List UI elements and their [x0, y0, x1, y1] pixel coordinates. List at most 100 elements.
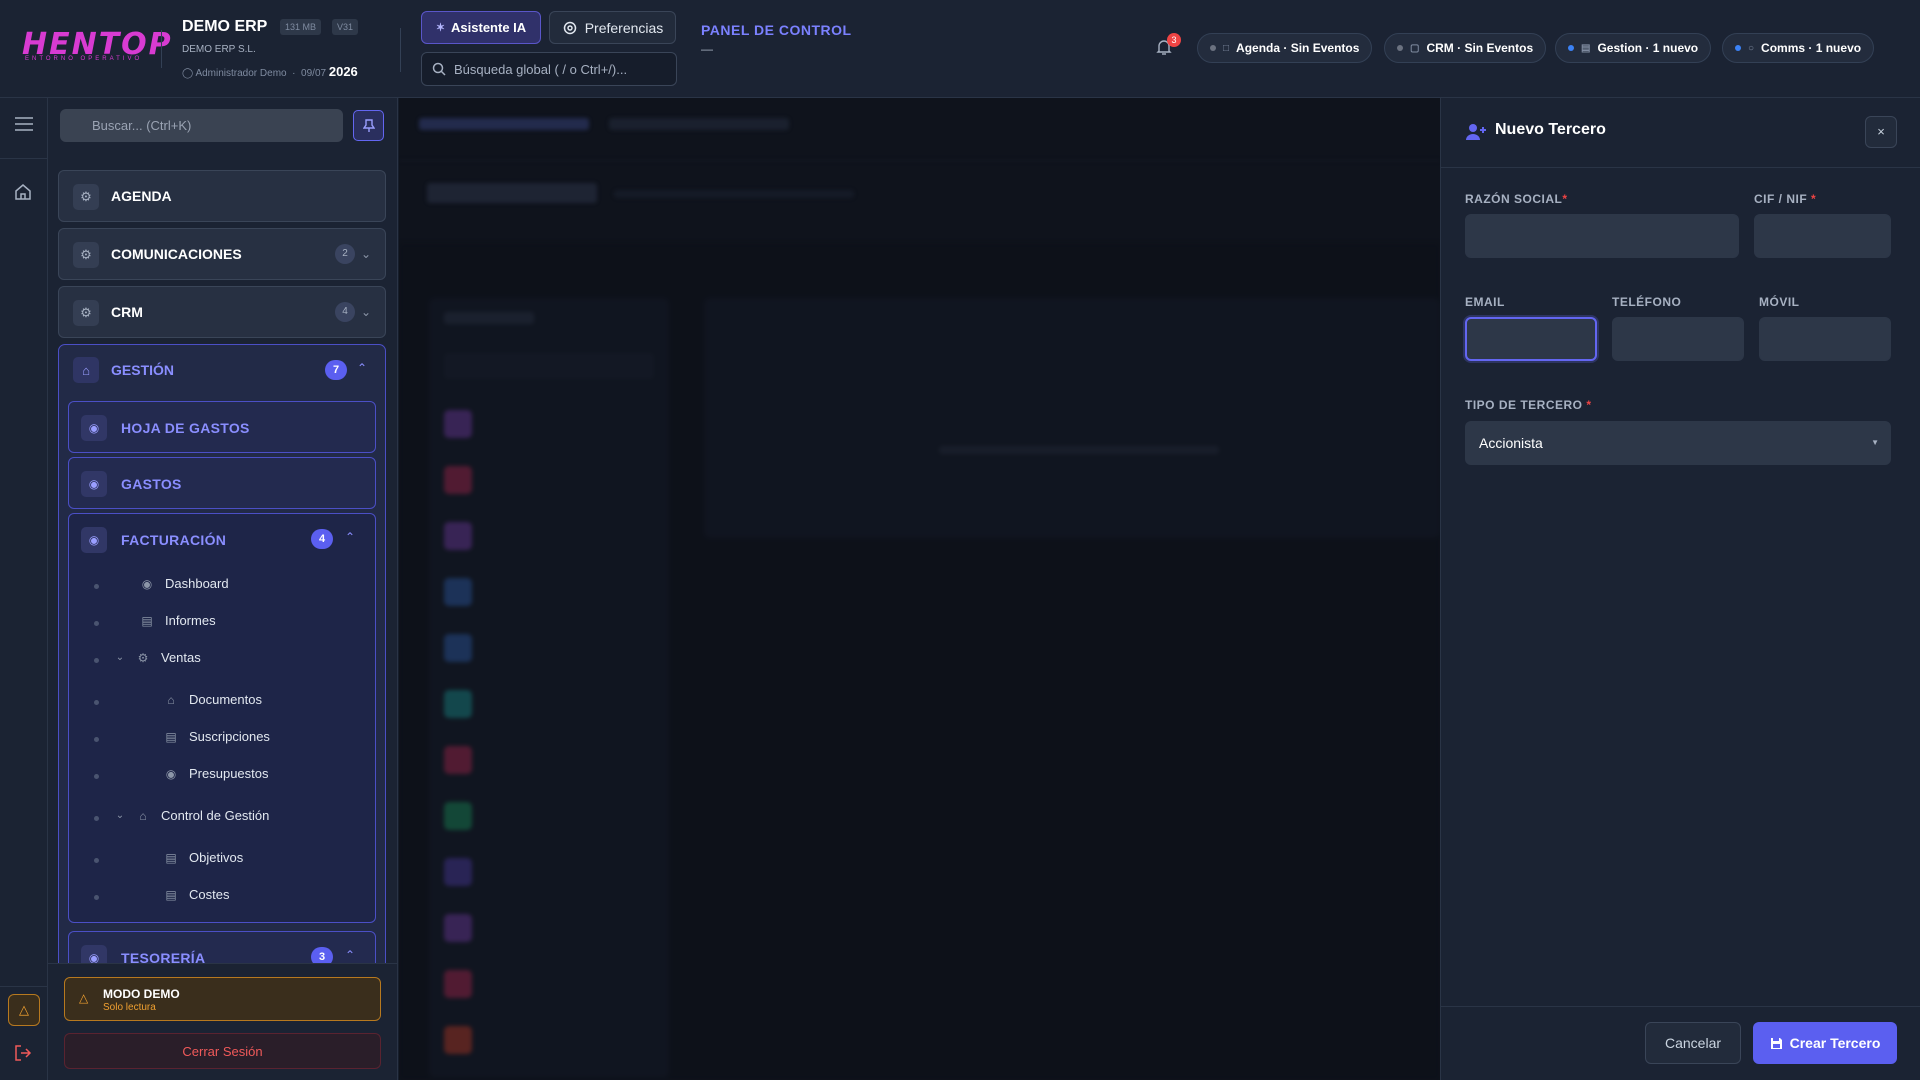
status-pill-agenda[interactable]: □ Agenda · Sin Eventos — [1197, 33, 1373, 63]
nav-item-costes[interactable]: ▤ Costes — [163, 887, 229, 902]
caret-down-icon: ▼ — [1871, 438, 1879, 447]
telefono-field[interactable] — [1612, 317, 1744, 361]
nav-item-label: Objetivos — [189, 850, 244, 865]
count-badge: 7 — [325, 360, 347, 380]
user-info: ◯ Administrador Demo · 09/07 2026 — [182, 64, 358, 79]
calendar-icon: □ — [1223, 42, 1230, 54]
demo-mode-banner: △ MODO DEMO Solo lectura — [64, 977, 381, 1021]
tree-bullet — [94, 816, 99, 821]
tipo-tercero-select[interactable]: Accionista ▼ — [1465, 421, 1891, 465]
count-badge: 2 — [335, 244, 355, 264]
create-third-party-button[interactable]: Crear Tercero — [1753, 1022, 1897, 1064]
nav-item-label: Documentos — [189, 692, 262, 707]
movil-label: MÓVIL — [1759, 295, 1800, 309]
global-search-input[interactable]: Búsqueda global ( / o Ctrl+/)... — [421, 52, 677, 86]
agenda-icon: ⚙ — [73, 184, 99, 210]
movil-field[interactable] — [1759, 317, 1891, 361]
status-dot — [1397, 45, 1403, 51]
ai-assistant-label: Asistente IA — [451, 20, 527, 35]
chevron-down-icon: ⌄ — [115, 652, 125, 663]
required-mark: * — [1562, 192, 1568, 206]
gestion-icon: ⌂ — [73, 357, 99, 383]
nav-item-label: Control de Gestión — [161, 808, 270, 823]
nav-item-suscripciones[interactable]: ▤ Suscripciones — [163, 729, 270, 744]
demo-title: MODO DEMO — [103, 987, 180, 1001]
nav-item-control-gestion[interactable]: ⌄ ⌂ Control de Gestión — [115, 808, 270, 823]
divider — [400, 28, 401, 72]
close-button[interactable]: × — [1865, 116, 1897, 148]
demo-subtitle: Solo lectura — [103, 1002, 156, 1013]
logout-icon[interactable] — [14, 1044, 32, 1062]
status-pill-comms[interactable]: ○ Comms · 1 nuevo — [1722, 33, 1875, 63]
pill-label: Agenda · Sin Eventos — [1236, 41, 1360, 55]
top-bar: HENTOP ENTORNO OPERATIVO DEMO ERP 131 MB… — [0, 0, 1920, 98]
pin-button[interactable] — [353, 110, 384, 141]
nav-item-informes[interactable]: ▤ Informes — [139, 613, 216, 628]
nav-item-objetivos[interactable]: ▤ Objetivos — [163, 850, 243, 865]
nav-item-ventas[interactable]: ⌄ ⚙ Ventas — [115, 650, 201, 665]
submodule-gastos[interactable]: ◉ GASTOS — [68, 457, 376, 509]
ai-assistant-button[interactable]: ✶ Asistente IA — [421, 11, 541, 44]
nav-item-dashboard[interactable]: ◉ Dashboard — [139, 576, 229, 591]
module-comunicaciones[interactable]: ⚙ COMUNICACIONES 2 ⌄ — [58, 228, 386, 280]
crm-icon: ⚙ — [73, 300, 99, 326]
nav-item-label: Costes — [189, 887, 230, 902]
cancel-button[interactable]: Cancelar — [1645, 1022, 1741, 1064]
menu-icon[interactable] — [15, 117, 33, 131]
nav-item-label: Informes — [165, 613, 216, 628]
tree-bullet — [94, 584, 99, 589]
user-icon: ◯ — [182, 68, 194, 79]
module-agenda[interactable]: ⚙ AGENDA — [58, 170, 386, 222]
memory-tag: 131 MB — [280, 19, 322, 35]
flask-icon[interactable]: △ — [8, 994, 40, 1026]
pin-icon — [362, 118, 375, 132]
report-icon: ▤ — [141, 613, 153, 628]
gear-icon — [563, 21, 576, 34]
module-label: AGENDA — [111, 188, 172, 204]
budget-icon: ◉ — [165, 766, 177, 781]
status-pill-gestion[interactable]: ▤ Gestion · 1 nuevo — [1555, 33, 1712, 63]
logout-button[interactable]: Cerrar Sesión — [64, 1033, 381, 1069]
email-field[interactable] — [1465, 317, 1597, 361]
status-dot — [1568, 45, 1574, 51]
cif-field[interactable] — [1754, 214, 1891, 258]
version-tag: V31 — [332, 19, 359, 35]
module-label: GESTIÓN — [111, 362, 175, 378]
dashboard-icon: ◉ — [141, 576, 153, 591]
save-icon — [1770, 1037, 1782, 1049]
chevron-down-icon: ⌄ — [115, 810, 125, 821]
nav-item-label: Presupuestos — [189, 766, 269, 781]
nav-item-label: Dashboard — [165, 576, 229, 591]
tree-bullet — [94, 700, 99, 705]
target-icon: ▤ — [165, 850, 177, 865]
tree-bullet — [94, 621, 99, 626]
comms-icon: ⚙ — [73, 242, 99, 268]
drawer-header: Nuevo Tercero × — [1441, 98, 1920, 168]
home-icon[interactable] — [14, 183, 32, 201]
razon-social-label: RAZÓN SOCIAL* — [1465, 192, 1568, 206]
chevron-up-icon[interactable]: ⌃ — [357, 361, 367, 375]
razon-social-field[interactable] — [1465, 214, 1739, 258]
preferences-button[interactable]: Preferencias — [549, 11, 676, 44]
expenses-icon: ◉ — [81, 471, 107, 497]
global-search-placeholder: Búsqueda global ( / o Ctrl+/)... — [454, 61, 628, 77]
page-title: PANEL DE CONTROL — [701, 22, 852, 38]
nav-item-presupuestos[interactable]: ◉ Presupuestos — [163, 766, 269, 781]
company-name: DEMO ERP S.L. — [182, 44, 256, 55]
user-plus-icon — [1466, 124, 1486, 140]
status-pill-crm[interactable]: ▢ CRM · Sin Eventos — [1384, 33, 1547, 63]
divider — [0, 158, 48, 159]
submodule-hoja-gastos[interactable]: ◉ HOJA DE GASTOS — [68, 401, 376, 453]
sidebar-search-input[interactable]: Buscar... (Ctrl+K) — [60, 109, 343, 142]
chevron-up-icon[interactable]: ⌃ — [345, 530, 355, 544]
nav-item-documentos[interactable]: ⌂ Documentos — [163, 692, 262, 707]
submodule-label: HOJA DE GASTOS — [121, 420, 250, 436]
preferences-label: Preferencias — [584, 19, 664, 36]
current-date: 09/07 — [301, 68, 327, 79]
module-crm[interactable]: ⚙ CRM 4 ⌄ — [58, 286, 386, 338]
chevron-up-icon[interactable]: ⌃ — [345, 948, 355, 962]
document-icon: ▤ — [1581, 42, 1591, 54]
submodule-facturacion[interactable]: ◉ FACTURACIÓN 4 ⌃ ◉ Dashboard ▤ Informes… — [68, 513, 376, 923]
receipt-icon: ◉ — [81, 415, 107, 441]
cif-label: CIF / NIF * — [1754, 192, 1816, 206]
